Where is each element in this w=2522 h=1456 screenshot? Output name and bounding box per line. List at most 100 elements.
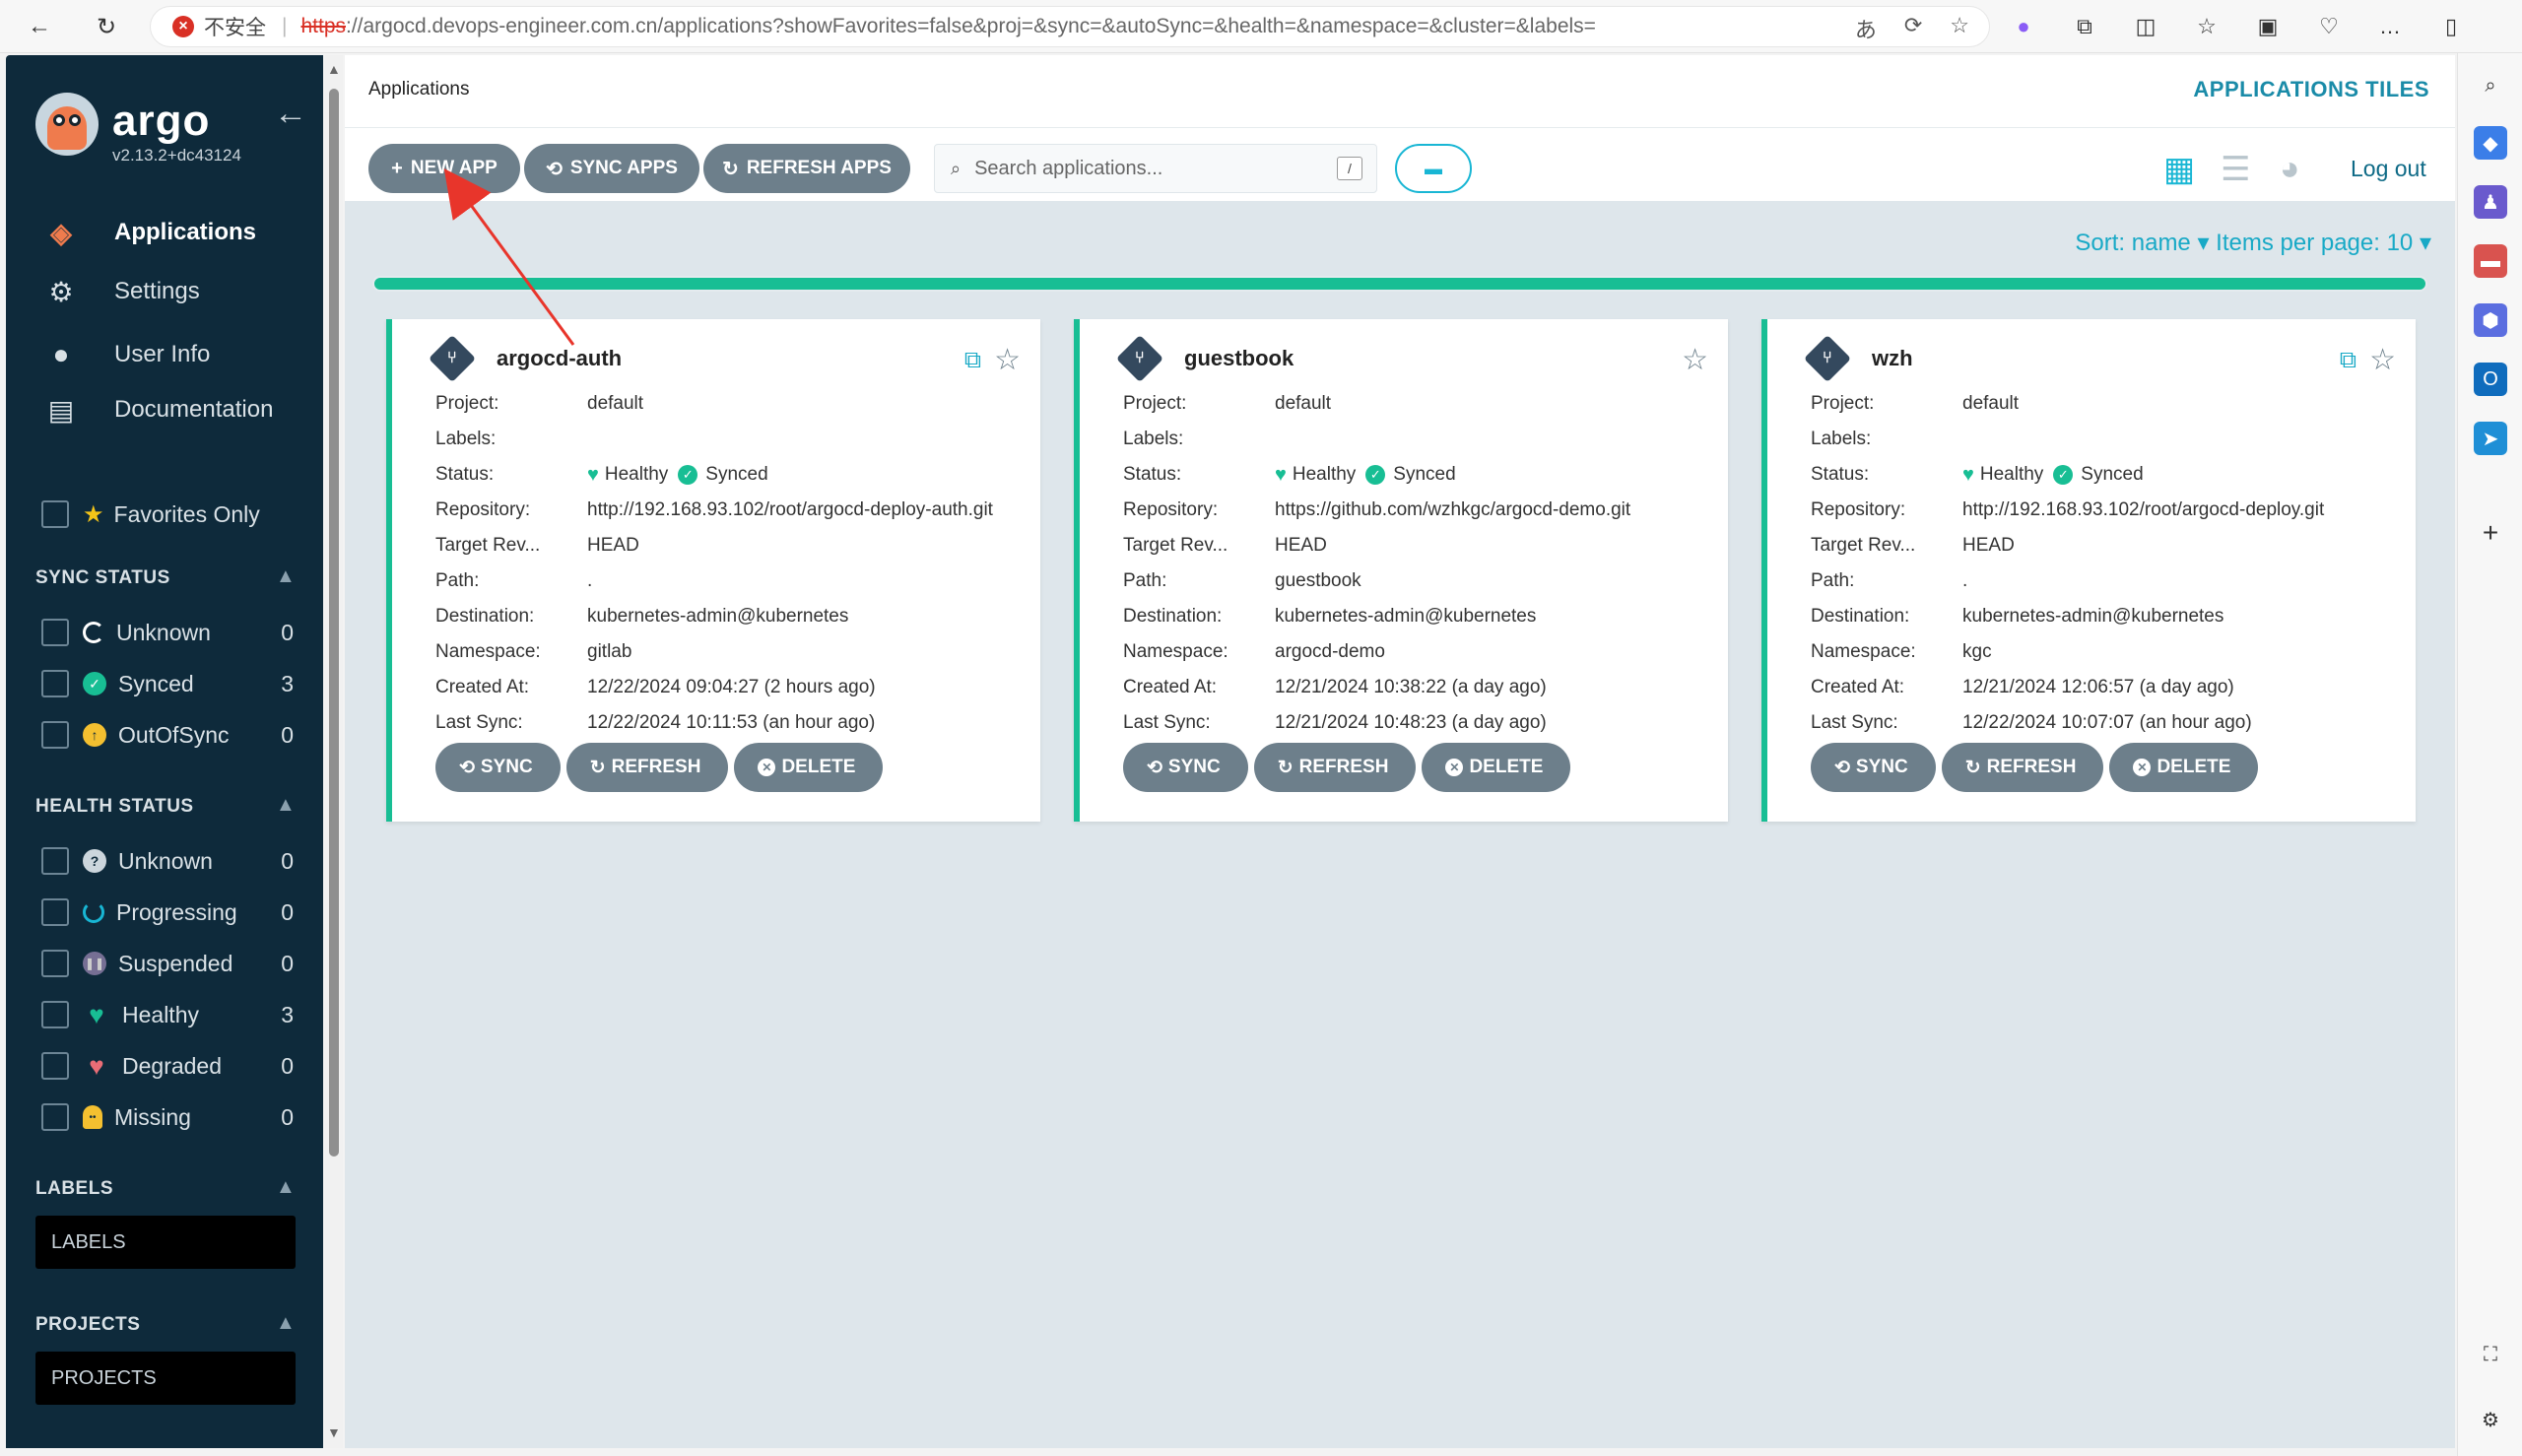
refresh-button[interactable]: ↻ REFRESH (565, 743, 729, 792)
toolbar: + NEW APP ⟲ SYNC APPS ↻ REFRESH APPS ⌕ S… (345, 128, 2455, 201)
office-icon[interactable]: ⬢ (2474, 303, 2507, 337)
refresh-button[interactable]: ↻ REFRESH (1253, 743, 1417, 792)
app-card-wzh[interactable]: ⑂ wzh ⧉ ☆ Project: default Labels: Status: ♥ Heal… (1761, 319, 2416, 822)
favorites-icon[interactable]: ☆ (2189, 9, 2224, 44)
filter-count: 3 (281, 1001, 294, 1027)
checkbox[interactable] (41, 950, 69, 977)
app-name[interactable]: wzh (1872, 346, 1913, 371)
favorite-star-icon[interactable]: ☆ (1950, 13, 1969, 44)
labels-filter-input[interactable]: LABELS (35, 1216, 296, 1269)
favorite-star-icon[interactable]: ☆ (2369, 343, 2396, 377)
refresh-button[interactable]: ↻ REFRESH (1941, 743, 2104, 792)
extensions-icon[interactable]: ⧉ (2067, 9, 2102, 44)
external-link-icon[interactable]: ⧉ (964, 347, 981, 374)
nav-applications[interactable]: ◈ Applications (41, 213, 256, 252)
heart-broken-icon: ♥ (89, 1050, 104, 1081)
checkbox[interactable] (41, 670, 69, 697)
sort-and-paging[interactable]: Sort: name ▾ Items per page: 10 ▾ (2075, 229, 2431, 257)
detail-row-status: Status: ♥ Healthy ✓ Synced (1811, 457, 2402, 493)
collapse-caret-icon[interactable]: ▲ (276, 565, 296, 588)
filter-sync-synced[interactable]: ✓ Synced 3 (41, 666, 294, 701)
nav-user-info[interactable]: ● User Info (41, 335, 211, 374)
games-icon[interactable]: ♟ (2474, 185, 2507, 219)
detail-row-status: Status: ♥ Healthy ✓ Synced (1123, 457, 1714, 493)
filter-health-degraded[interactable]: ♥ Degraded 0 (41, 1048, 294, 1084)
checkbox[interactable] (41, 898, 69, 926)
external-link-icon[interactable]: ⧉ (2340, 347, 2356, 374)
tiles-view-icon[interactable]: ▦ (2163, 150, 2195, 189)
checkbox[interactable] (41, 1052, 69, 1080)
search-icon[interactable]: ⌕ (2474, 69, 2507, 102)
filter-health-missing[interactable]: •• Missing 0 (41, 1099, 294, 1135)
favorite-star-icon[interactable]: ☆ (994, 343, 1021, 377)
filter-count: 0 (281, 898, 294, 925)
browser-essentials-icon[interactable]: ♡ (2311, 9, 2347, 44)
more-icon[interactable]: … (2372, 9, 2408, 44)
projects-filter-input[interactable]: PROJECTS (35, 1352, 296, 1405)
collapse-caret-icon[interactable]: ▲ (276, 1176, 296, 1199)
filter-sync-unknown[interactable]: Unknown 0 (41, 615, 294, 650)
detail-value: . (587, 570, 593, 591)
app-card-argocd-auth[interactable]: ⑂ argocd-auth ⧉ ☆ Project: default Labels: Stat… (386, 319, 1040, 822)
sync-icon[interactable]: ⟳ (1904, 13, 1922, 44)
settings-gear-icon[interactable]: ⚙ (2474, 1403, 2507, 1436)
sync-button[interactable]: ⟲ SYNC (1123, 743, 1248, 792)
sync-apps-button[interactable]: ⟲ SYNC APPS (524, 144, 699, 193)
back-icon[interactable]: ← (22, 9, 57, 44)
copilot-icon[interactable]: ● (2006, 9, 2041, 44)
scroll-up-arrow-icon[interactable]: ▲ (327, 61, 341, 77)
nav-documentation[interactable]: ▤ Documentation (41, 390, 274, 430)
nav-settings[interactable]: ⚙ Settings (41, 272, 199, 311)
translate-icon[interactable]: あ (1855, 13, 1877, 44)
sync-button[interactable]: ⟲ SYNC (1811, 743, 1936, 792)
sync-icon: ⟲ (1834, 757, 1850, 778)
summary-view-icon[interactable]: ◕ (2280, 150, 2300, 188)
collapse-caret-icon[interactable]: ▲ (276, 794, 296, 817)
address-bar[interactable]: × 不安全 | https ://argocd.devops-engineer.… (150, 6, 1990, 47)
collections-icon[interactable]: ▣ (2250, 9, 2286, 44)
app-name[interactable]: guestbook (1184, 346, 1294, 371)
scrollbar-thumb[interactable] (329, 89, 339, 1157)
sync-button[interactable]: ⟲ SYNC (435, 743, 561, 792)
detail-row-status: Status: ♥ Healthy ✓ Synced (435, 457, 1027, 493)
filter-health-healthy[interactable]: ♥ Healthy 3 (41, 997, 294, 1032)
filter-health-progressing[interactable]: Progressing 0 (41, 894, 294, 930)
reload-icon[interactable]: ↻ (89, 9, 124, 44)
app-card-guestbook[interactable]: ⑂ guestbook ☆ Project: default Labels: Status:… (1074, 319, 1728, 822)
favorites-only-filter[interactable]: ★ Favorites Only (41, 496, 260, 532)
filter-sync-outofsync[interactable]: ↑ OutOfSync 0 (41, 717, 294, 753)
scroll-down-arrow-icon[interactable]: ▼ (327, 1424, 341, 1440)
collapse-caret-icon[interactable]: ▲ (276, 1312, 296, 1335)
new-app-button[interactable]: + NEW APP (368, 144, 520, 193)
favorites-checkbox[interactable] (41, 500, 69, 528)
shopping-tag-icon[interactable]: ◆ (2474, 126, 2507, 160)
delete-button[interactable]: ✕ DELETE (2109, 743, 2259, 792)
split-screen-icon[interactable]: ◫ (2128, 9, 2163, 44)
detail-key: Namespace: (1811, 641, 1916, 662)
tools-icon[interactable]: ▬ (2474, 244, 2507, 278)
filter-count: 3 (281, 670, 294, 696)
app-name[interactable]: argocd-auth (497, 346, 622, 371)
delete-button[interactable]: ✕ DELETE (734, 743, 884, 792)
checkbox[interactable] (41, 721, 69, 749)
filter-health-suspended[interactable]: ❚❚ Suspended 0 (41, 946, 294, 981)
add-icon[interactable]: + (2474, 516, 2507, 550)
collapse-sidebar-icon[interactable]: ← (274, 95, 307, 133)
screenshot-icon[interactable]: ⛶ (2474, 1338, 2507, 1371)
refresh-apps-button[interactable]: ↻ REFRESH APPS (703, 144, 910, 193)
filter-health-unknown[interactable]: ? Unknown 0 (41, 843, 294, 879)
logout-link[interactable]: Log out (2351, 156, 2426, 182)
checkbox[interactable] (41, 619, 69, 646)
outlook-icon[interactable]: O (2474, 363, 2507, 396)
detail-value: 12/22/2024 10:11:53 (an hour ago) (587, 712, 876, 733)
delete-button[interactable]: ✕ DELETE (1422, 743, 1571, 792)
sidebar-toggle-icon[interactable]: ▯ (2433, 9, 2469, 44)
checkbox[interactable] (41, 1103, 69, 1131)
filters-toggle-button[interactable]: ▬ (1395, 144, 1472, 193)
checkbox[interactable] (41, 1001, 69, 1028)
favorite-star-icon[interactable]: ☆ (1682, 343, 1708, 377)
search-input[interactable]: ⌕ Search applications... / (934, 144, 1377, 193)
checkbox[interactable] (41, 847, 69, 875)
send-icon[interactable]: ➤ (2474, 422, 2507, 455)
list-view-icon[interactable]: ☰ (2221, 150, 2250, 189)
